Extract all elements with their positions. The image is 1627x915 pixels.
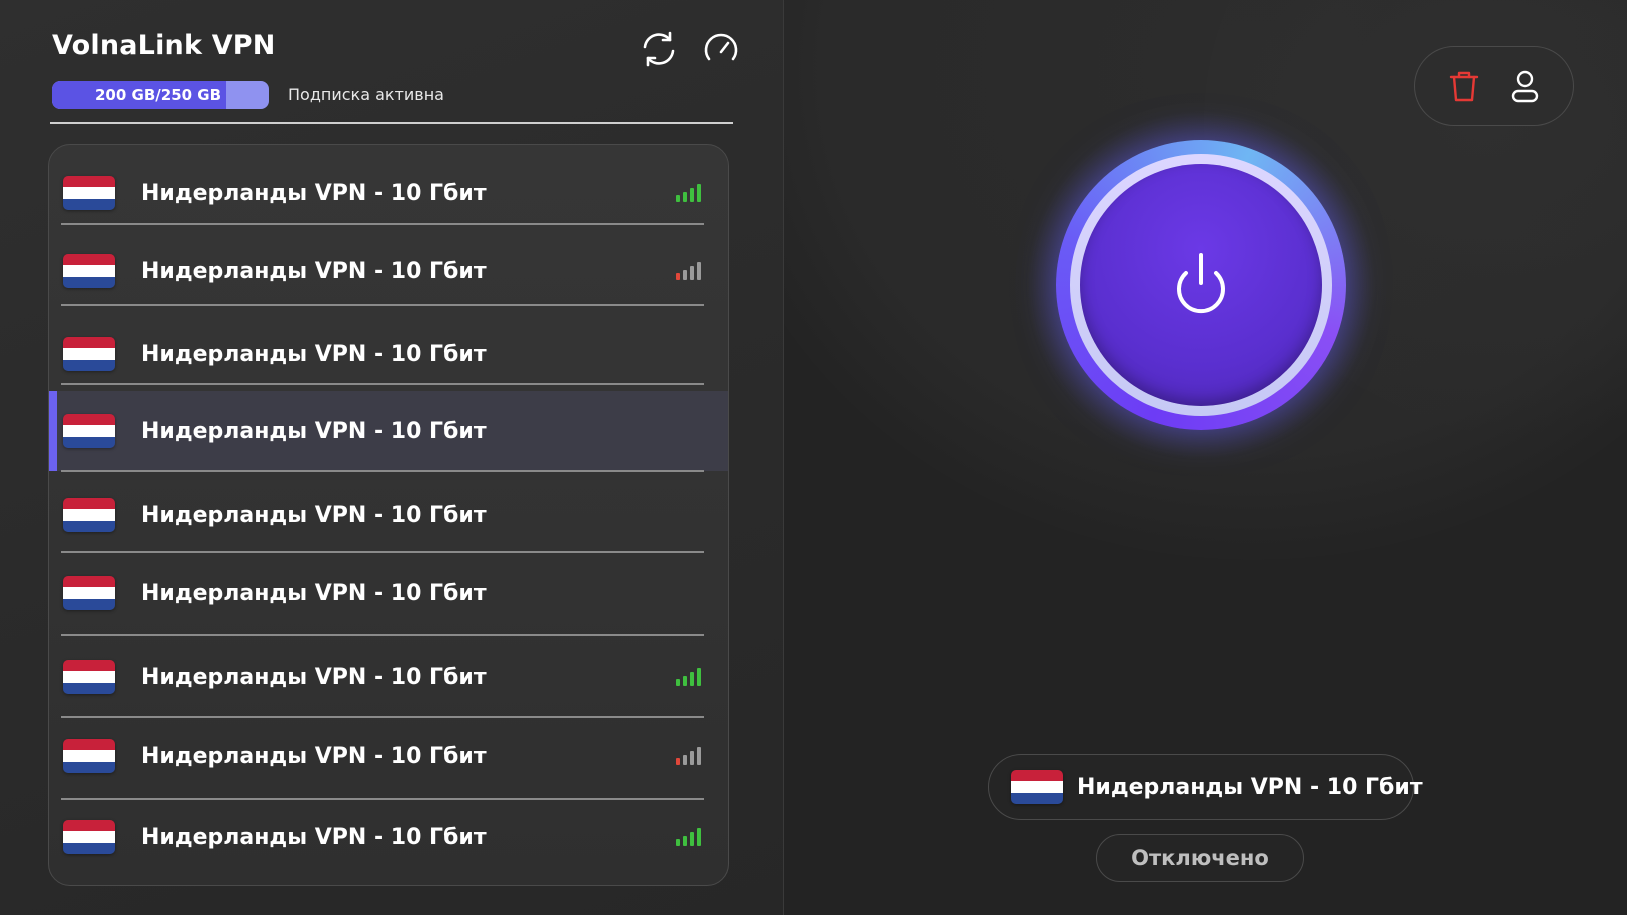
signal-bar (690, 672, 694, 686)
server-row[interactable]: Нидерланды VPN - 10 Гбит (49, 314, 728, 394)
signal-bar (683, 676, 687, 686)
row-divider (61, 798, 704, 800)
selected-indicator (49, 391, 57, 471)
signal-bar (683, 836, 687, 846)
signal-strength-icon (676, 747, 704, 765)
app-window: VolnaLink VPN 200 GB/250 GB Подписка акт… (0, 0, 1627, 915)
traffic-usage-label: 200 GB/250 GB (95, 86, 222, 104)
power-icon (1177, 253, 1225, 314)
server-name: Нидерланды VPN - 10 Гбит (141, 664, 487, 690)
signal-strength-icon (676, 184, 704, 202)
server-row[interactable]: Нидерланды VPN - 10 Гбит (49, 716, 728, 796)
connect-button[interactable] (1080, 164, 1322, 406)
signal-bar (683, 755, 687, 765)
server-row[interactable]: Нидерланды VPN - 10 Гбит (49, 231, 728, 311)
trash-icon (1449, 71, 1478, 102)
user-icon (1511, 70, 1538, 103)
row-divider (61, 551, 704, 553)
power-control (1026, 110, 1376, 460)
profile-button[interactable] (1504, 65, 1546, 107)
signal-strength-icon (676, 262, 704, 280)
signal-bar (690, 188, 694, 202)
signal-bar (697, 184, 701, 202)
signal-bar (676, 195, 680, 202)
netherlands-flag-icon (63, 337, 115, 371)
app-title: VolnaLink VPN (52, 30, 276, 61)
delete-button[interactable] (1443, 65, 1485, 107)
server-name: Нидерланды VPN - 10 Гбит (141, 258, 487, 284)
signal-bar (690, 751, 694, 765)
signal-bar (697, 668, 701, 686)
server-row[interactable]: Нидерланды VPN - 10 Гбит (49, 475, 728, 555)
netherlands-flag-icon (63, 660, 115, 694)
signal-strength-icon (676, 668, 704, 686)
server-name: Нидерланды VPN - 10 Гбит (141, 580, 487, 606)
signal-bar (676, 679, 680, 686)
netherlands-flag-icon (1011, 770, 1063, 804)
signal-bar (683, 270, 687, 280)
traffic-usage-bar: 200 GB/250 GB (52, 81, 269, 109)
server-name: Нидерланды VPN - 10 Гбит (141, 824, 487, 850)
server-name: Нидерланды VPN - 10 Гбит (141, 418, 487, 444)
server-row[interactable]: Нидерланды VPN - 10 Гбит (49, 391, 728, 471)
netherlands-flag-icon (63, 254, 115, 288)
refresh-button[interactable] (638, 28, 680, 70)
signal-bar (697, 747, 701, 765)
row-divider (61, 634, 704, 636)
signal-bar (697, 828, 701, 846)
signal-bar (676, 758, 680, 765)
row-divider (61, 223, 704, 225)
server-name: Нидерланды VPN - 10 Гбит (141, 341, 487, 367)
netherlands-flag-icon (63, 739, 115, 773)
connection-panel: Нидерланды VPN - 10 Гбит Отключено (784, 0, 1627, 915)
signal-bar (676, 273, 680, 280)
row-divider (61, 383, 704, 385)
server-name: Нидерланды VPN - 10 Гбит (141, 502, 487, 528)
refresh-icon (643, 31, 675, 67)
signal-bar (683, 192, 687, 202)
netherlands-flag-icon (63, 414, 115, 448)
signal-bar (690, 266, 694, 280)
server-name: Нидерланды VPN - 10 Гбит (141, 743, 487, 769)
current-server-selector[interactable]: Нидерланды VPN - 10 Гбит (988, 754, 1423, 820)
server-list[interactable]: Нидерланды VPN - 10 Гбит Нидерланды VPN -… (48, 144, 729, 886)
header-divider (50, 122, 733, 124)
row-divider (61, 470, 704, 472)
server-row[interactable]: Нидерланды VPN - 10 Гбит (49, 797, 728, 877)
server-row[interactable]: Нидерланды VPN - 10 Гбит (49, 637, 728, 717)
row-divider (61, 716, 704, 718)
server-row[interactable]: Нидерланды VPN - 10 Гбит (49, 553, 728, 633)
server-panel: VolnaLink VPN 200 GB/250 GB Подписка акт… (0, 0, 784, 915)
connection-status: Отключено (1096, 834, 1304, 882)
speed-test-button[interactable] (700, 28, 742, 70)
netherlands-flag-icon (63, 820, 115, 854)
signal-bar (697, 262, 701, 280)
signal-strength-icon (676, 828, 704, 846)
netherlands-flag-icon (63, 498, 115, 532)
signal-bar (690, 832, 694, 846)
subscription-status: Подписка активна (288, 85, 444, 104)
server-row[interactable]: Нидерланды VPN - 10 Гбит (49, 153, 728, 233)
top-actions (1414, 46, 1574, 126)
signal-bar (676, 839, 680, 846)
speedometer-icon (704, 33, 738, 61)
row-divider (61, 304, 704, 306)
current-server-name: Нидерланды VPN - 10 Гбит (1077, 774, 1423, 800)
netherlands-flag-icon (63, 576, 115, 610)
header-actions (638, 28, 742, 70)
server-name: Нидерланды VPN - 10 Гбит (141, 180, 487, 206)
netherlands-flag-icon (63, 176, 115, 210)
